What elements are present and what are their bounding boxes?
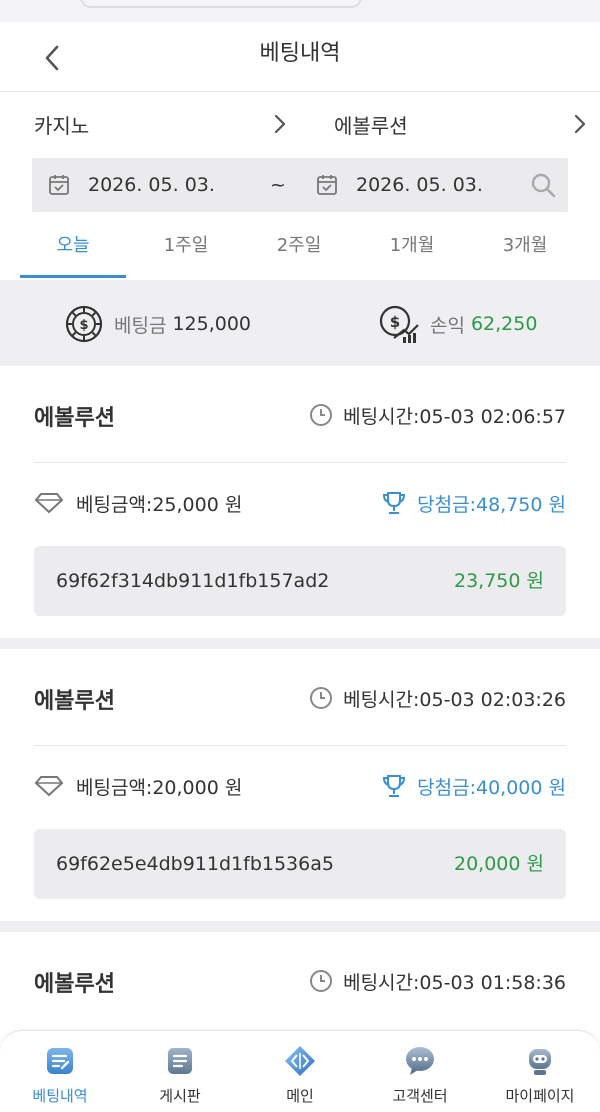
category-value: 카지노: [34, 113, 90, 138]
nav-label: 게시판: [159, 1087, 201, 1105]
calendar-icon: [317, 175, 337, 195]
browser-top-strip: [0, 0, 600, 22]
diamond-icon: [34, 493, 64, 514]
svg-text:$: $: [79, 318, 88, 333]
date-range-bar: 2026. 05. 03. ~ 2026. 05. 03.: [32, 158, 568, 212]
nav-mypage[interactable]: 마이페이지: [485, 1041, 595, 1111]
bet-time: 베팅시간:05-03 02:03:26: [309, 683, 566, 713]
filter-panel: 카지노 에볼루션 2026. 05. 03. ~ 2026. 05. 03. 오…: [0, 92, 600, 280]
tab-1week[interactable]: 1주일: [133, 220, 239, 278]
bet-game-name: 에볼루션: [34, 972, 115, 997]
date-to-field[interactable]: 2026. 05. 03.: [356, 158, 483, 212]
bet-time-text: 베팅시간:05-03 02:06:57: [343, 405, 566, 428]
bet-card[interactable]: 에볼루션 베팅시간:05-03 02:03:26 베팅금액:20,000 원 당…: [0, 649, 600, 921]
chevron-right-icon: [274, 114, 286, 134]
page-title: 베팅내역: [259, 41, 341, 66]
win-amount: 당첨금:40,000 원: [381, 771, 566, 801]
diamond-icon: [34, 776, 64, 797]
bet-time-text: 베팅시간:05-03 01:58:36: [343, 971, 566, 994]
tab-2weeks[interactable]: 2주일: [246, 220, 352, 278]
profit-total-value: 62,250: [470, 313, 538, 335]
nav-label: 고객센터: [392, 1087, 448, 1105]
date-from-field[interactable]: 2026. 05. 03.: [88, 158, 215, 212]
bet-game-name: 에볼루션: [34, 689, 115, 714]
tab-1month[interactable]: 1개월: [359, 220, 465, 278]
bet-amount: 베팅금액:25,000 원: [34, 488, 242, 518]
bet-id-box: 69f62e5e4db911d1fb1536a5 20,000 원: [34, 829, 566, 899]
bottom-nav: 베팅내역 게시판 메인 고객센터 마이페이지: [0, 1030, 600, 1112]
bet-profit: 20,000 원: [453, 853, 544, 875]
divider: [34, 462, 566, 463]
bet-amount: 베팅금액:20,000 원: [34, 771, 242, 801]
bet-id: 69f62f314db911d1fb157ad2: [56, 570, 330, 592]
address-pill: [80, 0, 362, 8]
nav-label: 메인: [286, 1087, 314, 1105]
trophy-icon: [383, 492, 406, 514]
summary-bar: $ 베팅금 125,000 $ 손익 62,250: [0, 280, 600, 366]
nav-board[interactable]: 게시판: [125, 1041, 235, 1111]
trophy-icon: [383, 775, 406, 797]
date-separator: ~: [270, 174, 286, 196]
bet-amount-text: 베팅금액:20,000 원: [76, 776, 243, 799]
game-select[interactable]: 에볼루션: [334, 92, 592, 156]
bet-profit: 23,750 원: [453, 570, 544, 592]
bet-time-text: 베팅시간:05-03 02:03:26: [343, 688, 566, 711]
game-value: 에볼루션: [334, 113, 408, 138]
period-tabs: 오늘 1주일 2주일 1개월 3개월: [20, 220, 580, 280]
bet-history-icon: [47, 1048, 73, 1074]
bet-amount-text: 베팅금액:25,000 원: [76, 493, 243, 516]
divider: [34, 745, 566, 746]
tab-3months[interactable]: 3개월: [472, 220, 578, 278]
bet-total-label: 베팅금: [114, 314, 167, 337]
casino-chip-icon: $: [65, 305, 103, 343]
win-amount: 당첨금:48,750 원: [381, 488, 566, 518]
search-icon[interactable]: [530, 172, 556, 198]
profit-chart-icon: $: [379, 305, 419, 343]
board-icon: [168, 1048, 192, 1074]
nav-bet-history[interactable]: 베팅내역: [5, 1041, 115, 1111]
win-amount-text: 당첨금:48,750 원: [417, 493, 566, 516]
tab-today[interactable]: 오늘: [20, 220, 126, 278]
clock-icon: [310, 404, 333, 426]
bet-game-name: 에볼루션: [34, 406, 115, 431]
bet-time: 베팅시간:05-03 02:06:57: [309, 400, 566, 430]
bet-card[interactable]: 에볼루션 베팅시간:05-03 02:06:57 베팅금액:25,000 원 당…: [0, 366, 600, 638]
clock-icon: [310, 687, 333, 709]
bet-total: $ 베팅금 125,000: [64, 304, 251, 344]
bet-id: 69f62e5e4db911d1fb1536a5: [56, 853, 334, 875]
win-amount-text: 당첨금:40,000 원: [417, 776, 566, 799]
nav-label: 베팅내역: [32, 1087, 88, 1105]
nav-label: 마이페이지: [505, 1087, 575, 1105]
clock-icon: [310, 970, 333, 992]
profit-total: $ 손익 62,250: [378, 304, 537, 344]
bet-total-value: 125,000: [172, 313, 252, 335]
category-select[interactable]: 카지노: [34, 92, 294, 156]
nav-support[interactable]: 고객센터: [365, 1041, 475, 1111]
bet-id-box: 69f62f314db911d1fb157ad2 23,750 원: [34, 546, 566, 616]
profit-total-label: 손익: [430, 314, 465, 337]
main-diamond-icon: [285, 1046, 315, 1076]
nav-main[interactable]: 메인: [245, 1041, 355, 1111]
calendar-icon: [49, 175, 69, 195]
app-header: 베팅내역: [0, 22, 600, 92]
chat-icon: [406, 1047, 434, 1075]
robot-avatar-icon: [529, 1049, 551, 1075]
bet-time: 베팅시간:05-03 01:58:36: [309, 966, 566, 996]
chevron-right-icon: [574, 114, 586, 134]
svg-text:$: $: [390, 313, 400, 331]
